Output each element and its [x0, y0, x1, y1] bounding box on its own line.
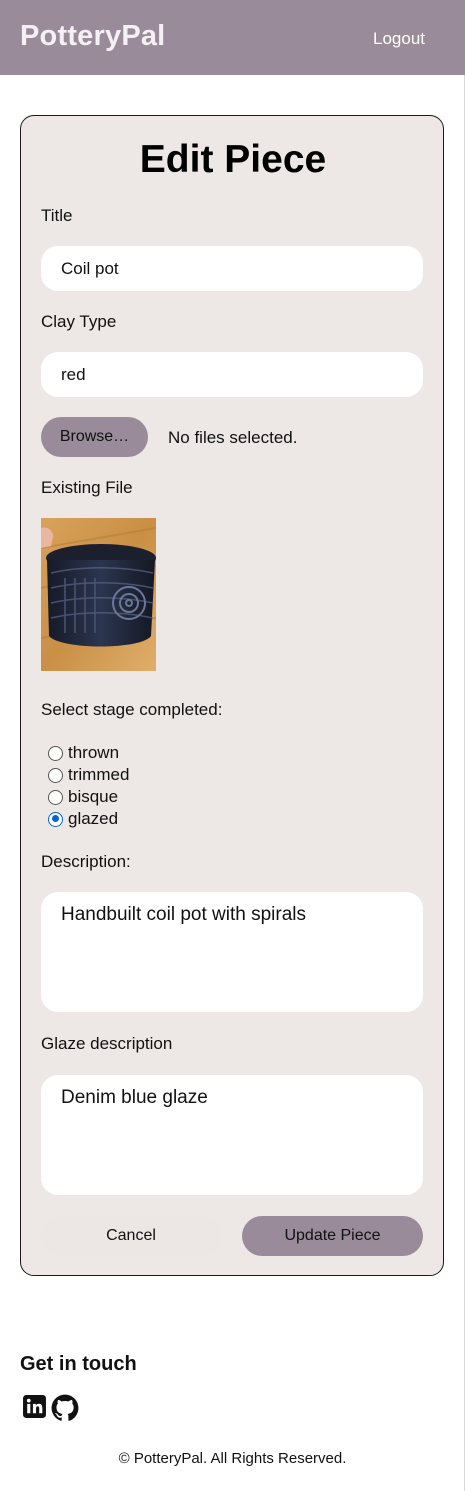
- cancel-button[interactable]: Cancel: [41, 1216, 221, 1256]
- stage-radio-trimmed[interactable]: [48, 767, 63, 783]
- coil-pot-photo: [41, 518, 156, 671]
- page-title: Edit Piece: [139, 138, 327, 181]
- brand-logo[interactable]: PotteryPal: [20, 20, 165, 53]
- stage-option-trimmed[interactable]: trimmed: [48, 764, 129, 786]
- description-textarea[interactable]: Handbuilt coil pot with spirals: [41, 892, 423, 1012]
- existing-file-label: Existing File: [41, 478, 133, 497]
- stage-radio-thrown[interactable]: [48, 745, 63, 761]
- glaze-textarea[interactable]: Denim blue glaze: [41, 1075, 423, 1195]
- github-icon[interactable]: [51, 1394, 79, 1427]
- page: PotteryPal Logout Edit Piece Title Coil …: [0, 0, 465, 1491]
- stage-option-label: bisque: [68, 787, 119, 806]
- existing-file-image: [41, 518, 156, 671]
- social-links: [22, 1394, 79, 1427]
- stage-option-thrown[interactable]: thrown: [48, 742, 129, 764]
- stage-option-label: glazed: [68, 809, 119, 828]
- stage-radio-group: thrown trimmed bisque glazed: [48, 742, 129, 830]
- update-piece-button[interactable]: Update Piece: [242, 1216, 423, 1256]
- clay-type-label: Clay Type: [41, 312, 117, 331]
- description-label: Description:: [41, 852, 131, 871]
- stage-radio-bisque[interactable]: [48, 789, 63, 805]
- stage-option-label: trimmed: [68, 765, 130, 784]
- edit-piece-card: Edit Piece Title Coil pot Clay Type red …: [20, 115, 444, 1276]
- linkedin-icon[interactable]: [22, 1394, 47, 1427]
- stage-option-bisque[interactable]: bisque: [48, 786, 129, 808]
- stage-option-glazed[interactable]: glazed: [48, 808, 129, 830]
- copyright-text: © PotteryPal. All Rights Reserved.: [118, 1450, 347, 1467]
- logout-link[interactable]: Logout: [373, 29, 425, 49]
- browse-button[interactable]: Browse…: [41, 417, 148, 457]
- get-in-touch-heading: Get in touch: [20, 1353, 137, 1375]
- file-status-text: No files selected.: [168, 428, 298, 447]
- title-label: Title: [41, 206, 73, 225]
- clay-type-input[interactable]: red: [41, 352, 423, 397]
- glaze-label: Glaze description: [41, 1034, 173, 1053]
- stage-label: Select stage completed:: [41, 700, 223, 719]
- title-input[interactable]: Coil pot: [41, 246, 423, 291]
- site-header: PotteryPal Logout: [0, 0, 465, 75]
- stage-option-label: thrown: [68, 743, 120, 762]
- stage-radio-glazed[interactable]: [48, 811, 63, 827]
